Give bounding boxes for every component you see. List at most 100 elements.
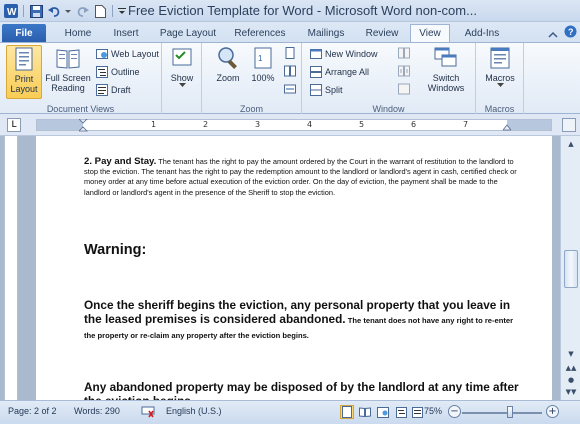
select-browse-object-icon[interactable]: ●	[564, 374, 578, 386]
macros-dropdown-icon	[496, 83, 504, 87]
full-screen-reading-icon	[56, 49, 80, 69]
macros-button[interactable]: Macros	[482, 45, 518, 99]
draft-label: Draft	[111, 85, 131, 95]
zoom-out-button[interactable]: −	[448, 405, 461, 418]
zoom-slider-thumb[interactable]	[507, 406, 513, 418]
view-side-by-side-icon[interactable]	[398, 47, 410, 59]
ruler-number: 5	[359, 120, 365, 129]
scroll-up-icon[interactable]: ▲	[564, 138, 578, 150]
paragraph-pay-and-stay: 2. Pay and Stay. The tenant has the righ…	[84, 156, 524, 198]
group-document-views: Print Layout Full Screen Reading Web Lay…	[0, 43, 162, 115]
split-icon	[310, 84, 322, 96]
web-layout-button[interactable]: Web Layout	[96, 47, 159, 61]
warning-heading: Warning:	[84, 242, 147, 258]
word-count[interactable]: Words: 290	[74, 406, 120, 416]
quick-access-toolbar: W	[4, 3, 126, 19]
hundred-percent-icon: 1	[254, 47, 272, 69]
show-button[interactable]: Show	[166, 45, 198, 99]
horizontal-ruler[interactable]: 1 2 3 4 5 6 7	[36, 119, 552, 132]
switch-windows-icon	[434, 47, 457, 67]
ruler-number: 3	[255, 120, 261, 129]
zoom-slider[interactable]	[462, 412, 542, 414]
paragraph-abandoned: Once the sheriff begins the eviction, an…	[84, 298, 524, 341]
svg-text:1: 1	[258, 54, 263, 63]
web-layout-view-icon[interactable]	[376, 405, 390, 419]
show-dropdown-icon	[178, 83, 186, 87]
print-layout-button[interactable]: Print Layout	[6, 45, 42, 99]
full-screen-reading-button[interactable]: Full Screen Reading	[44, 45, 92, 99]
full-screen-reading-label: Full Screen Reading	[45, 73, 91, 93]
full-screen-view-icon[interactable]	[358, 405, 372, 419]
zoom-level[interactable]: 75%	[424, 406, 442, 416]
customize-qat-icon[interactable]	[118, 4, 126, 18]
page-count[interactable]: Page: 2 of 2	[8, 406, 57, 416]
new-document-icon[interactable]	[93, 4, 107, 18]
print-layout-icon	[15, 47, 33, 71]
document-area: 2. Pay and Stay. The tenant has the righ…	[0, 136, 580, 400]
help-icon[interactable]: ?	[564, 25, 577, 43]
right-indent-icon[interactable]	[503, 124, 511, 131]
scroll-thumb[interactable]	[564, 250, 578, 288]
redo-icon[interactable]	[75, 4, 89, 18]
status-bar: Page: 2 of 2 Words: 290 English (U.S.) 7…	[0, 400, 580, 424]
web-layout-label: Web Layout	[111, 49, 159, 59]
print-layout-view-icon[interactable]	[340, 405, 354, 419]
ruler-right-margin	[507, 120, 551, 130]
view-ruler-icon[interactable]	[562, 118, 576, 132]
zoom-in-button[interactable]: +	[546, 405, 559, 418]
tab-home[interactable]: Home	[56, 24, 100, 42]
ruler-left-margin	[37, 120, 83, 130]
zoom-100-button[interactable]: 1 100%	[248, 45, 278, 99]
new-window-button[interactable]: New Window	[310, 47, 378, 61]
tab-page-layout[interactable]: Page Layout	[152, 24, 224, 42]
ruler-bar: L 1 2 3 4 5 6 7	[0, 114, 580, 136]
outline-label: Outline	[111, 67, 140, 77]
tab-insert[interactable]: Insert	[104, 24, 148, 42]
arrange-all-button[interactable]: Arrange All	[310, 65, 369, 79]
scroll-down-icon[interactable]: ▼	[564, 348, 578, 360]
zoom-button[interactable]: Zoom	[210, 45, 246, 99]
reset-window-position-icon[interactable]	[398, 83, 410, 95]
ruler-number: 1	[151, 120, 157, 129]
tab-review[interactable]: Review	[358, 24, 406, 42]
draft-view-icon[interactable]	[410, 405, 424, 419]
next-page-icon[interactable]: ▼▼	[564, 386, 578, 398]
tab-selector[interactable]: L	[7, 118, 21, 132]
outline-button[interactable]: Outline	[96, 65, 140, 79]
switch-windows-button[interactable]: Switch Windows	[424, 45, 468, 99]
language[interactable]: English (U.S.)	[166, 406, 222, 416]
word-logo-icon[interactable]: W	[4, 4, 18, 18]
group-show: Show	[162, 43, 202, 115]
ruler-number: 2	[203, 120, 209, 129]
tab-add-ins[interactable]: Add-Ins	[456, 24, 508, 42]
ruler-number: 4	[307, 120, 313, 129]
group-window: New Window Arrange All Split Switch Wind…	[302, 43, 476, 115]
synchronous-scrolling-icon[interactable]	[398, 65, 410, 77]
save-icon[interactable]	[29, 4, 43, 18]
magnifier-icon	[218, 47, 237, 69]
new-window-icon	[310, 49, 322, 59]
one-page-icon[interactable]	[284, 47, 296, 59]
ribbon-tabs: File Home Insert Page Layout References …	[0, 22, 580, 42]
tab-references[interactable]: References	[228, 24, 292, 42]
undo-dropdown-icon[interactable]	[65, 4, 71, 18]
tab-mailings[interactable]: Mailings	[298, 24, 354, 42]
draft-button[interactable]: Draft	[96, 83, 131, 97]
arrange-all-icon	[310, 66, 322, 78]
page-width-icon[interactable]	[284, 83, 296, 95]
tab-view[interactable]: View	[410, 24, 450, 42]
proofing-icon[interactable]	[140, 405, 156, 424]
qat-separator	[112, 5, 113, 17]
zoom-label: Zoom	[216, 73, 240, 83]
vertical-scrollbar[interactable]: ▲ ▼ ▲▲ ● ▼▼	[560, 136, 580, 400]
tab-file[interactable]: File	[2, 24, 46, 42]
split-button[interactable]: Split	[310, 83, 343, 97]
document-page[interactable]: 2. Pay and Stay. The tenant has the righ…	[36, 136, 552, 400]
previous-page-icon[interactable]: ▲▲	[564, 362, 578, 374]
two-pages-icon[interactable]	[284, 65, 296, 77]
vertical-ruler[interactable]	[4, 136, 18, 400]
document-views-group-label: Document Views	[46, 104, 115, 114]
undo-icon[interactable]	[47, 4, 61, 18]
indent-marker-icon[interactable]	[79, 119, 88, 132]
outline-view-icon[interactable]	[394, 405, 408, 419]
